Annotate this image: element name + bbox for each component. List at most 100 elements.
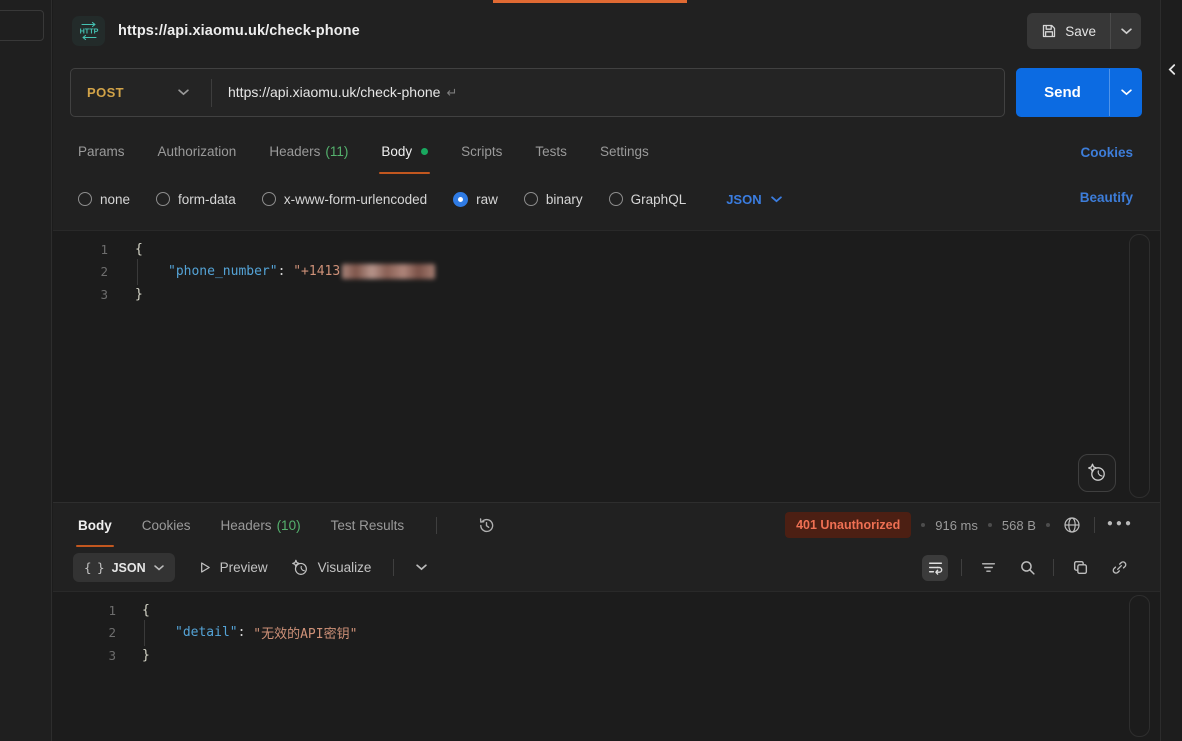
response-tab-headers[interactable]: Headers(10) xyxy=(221,503,301,547)
body-mode-label: raw xyxy=(476,192,498,207)
body-mode-label: x-www-form-urlencoded xyxy=(284,192,427,207)
response-tab-test-results[interactable]: Test Results xyxy=(331,503,405,547)
radio-icon xyxy=(78,192,92,206)
postbot-button[interactable] xyxy=(1078,454,1116,492)
history-icon[interactable] xyxy=(477,516,496,535)
search-icon[interactable] xyxy=(1014,555,1040,581)
request-header-bar: HTTP https://api.xiaomu.uk/check-phone S… xyxy=(53,0,1160,62)
radio-icon xyxy=(156,192,170,206)
cookies-link[interactable]: Cookies xyxy=(1080,145,1133,160)
tab-label: Cookies xyxy=(142,518,191,533)
indent-guide xyxy=(135,261,168,284)
preview-icon xyxy=(197,560,212,575)
copy-icon[interactable] xyxy=(1067,555,1093,581)
code-token: "无效的API密钥" xyxy=(253,623,357,642)
code-token: { xyxy=(135,242,143,257)
request-body-editor[interactable]: 1{2"phone_number": "+14133} xyxy=(53,230,1160,502)
url-text: https://api.xiaomu.uk/check-phone xyxy=(228,84,440,100)
radio-icon xyxy=(453,192,468,207)
code-token: } xyxy=(135,287,143,302)
visualize-label: Visualize xyxy=(318,560,372,575)
wrap-text-icon[interactable] xyxy=(922,555,948,581)
radio-icon xyxy=(262,192,276,206)
response-tab-cookies[interactable]: Cookies xyxy=(142,503,191,547)
request-tab-headers[interactable]: Headers(11) xyxy=(269,138,348,174)
icons-divider xyxy=(961,559,962,576)
braces-icon: { } xyxy=(84,560,104,575)
tab-label: Settings xyxy=(600,144,649,159)
body-mode-binary[interactable]: binary xyxy=(524,192,583,207)
line-number: 3 xyxy=(53,648,116,663)
body-mode-graphql[interactable]: GraphQL xyxy=(609,192,687,207)
editor-scrollbar[interactable] xyxy=(1129,234,1150,498)
response-tabs: Body Cookies Headers(10) Test Results xyxy=(78,503,404,547)
sidebar-collapsed-item[interactable] xyxy=(0,10,44,41)
code-token: : xyxy=(278,264,294,279)
send-options-caret[interactable] xyxy=(1110,89,1142,96)
filter-icon[interactable] xyxy=(975,555,1001,581)
response-tool-icons xyxy=(922,547,1132,588)
code-line: 1{ xyxy=(53,238,1160,261)
meta-dot xyxy=(921,523,925,527)
line-number: 1 xyxy=(53,242,108,257)
collapse-panel-icon[interactable] xyxy=(1168,64,1176,75)
preview-button[interactable]: Preview xyxy=(197,560,268,575)
toolbar-chevron-down-icon[interactable] xyxy=(416,564,427,571)
code-line: 2"phone_number": "+1413 xyxy=(53,261,1160,284)
link-icon[interactable] xyxy=(1106,555,1132,581)
response-scrollbar[interactable] xyxy=(1129,595,1150,737)
response-meta: 401 Unauthorized 916 ms 568 B ●●● xyxy=(785,503,1136,547)
tab-label: Params xyxy=(78,144,125,159)
url-input[interactable]: https://api.xiaomu.uk/check-phone↵ xyxy=(212,84,1004,101)
left-sidebar xyxy=(0,0,52,741)
redacted-value xyxy=(342,264,435,279)
more-options-icon[interactable]: ●●● xyxy=(1105,518,1136,533)
save-button-main[interactable]: Save xyxy=(1027,23,1110,39)
response-body-editor[interactable]: 1{2"detail": "无效的API密钥"3} xyxy=(53,591,1160,741)
send-button-label: Send xyxy=(1016,84,1109,101)
body-language-dropdown[interactable]: JSON xyxy=(726,192,781,207)
request-tab-scripts[interactable]: Scripts xyxy=(461,138,502,174)
code-token: "detail" xyxy=(175,625,238,640)
request-tabs: Params Authorization Headers(11) Body Script… xyxy=(78,138,649,174)
response-tab-body[interactable]: Body xyxy=(78,503,112,547)
code-content: "detail": "无效的API密钥" xyxy=(142,622,357,645)
request-tab-body[interactable]: Body xyxy=(381,138,428,174)
tab-label: Body xyxy=(381,144,412,159)
body-mode-label: GraphQL xyxy=(631,192,687,207)
body-mode-options: none form-data x-www-form-urlencoded raw bin… xyxy=(78,192,686,207)
code-token: { xyxy=(142,603,150,618)
body-mode-none[interactable]: none xyxy=(78,192,130,207)
body-mode-raw[interactable]: raw xyxy=(453,192,498,207)
tab-label: Body xyxy=(78,518,112,533)
indent-guide xyxy=(142,622,175,645)
request-tab-tests[interactable]: Tests xyxy=(535,138,567,174)
request-tab-params[interactable]: Params xyxy=(78,138,125,174)
request-tab-authorization[interactable]: Authorization xyxy=(158,138,237,174)
beautify-link[interactable]: Beautify xyxy=(1080,190,1133,205)
tab-label: Scripts xyxy=(461,144,502,159)
body-mode-x-www-form-urlencoded[interactable]: x-www-form-urlencoded xyxy=(262,192,427,207)
request-tab-settings[interactable]: Settings xyxy=(600,138,649,174)
active-request-tab-indicator xyxy=(493,0,687,3)
code-line: 3} xyxy=(53,644,1160,667)
chevron-down-icon xyxy=(771,196,782,203)
tab-label: Tests xyxy=(535,144,567,159)
save-options-caret[interactable] xyxy=(1111,13,1141,49)
line-number: 2 xyxy=(53,264,108,279)
save-button[interactable]: Save xyxy=(1027,13,1141,49)
visualize-button[interactable]: Visualize xyxy=(290,558,372,578)
method-dropdown[interactable]: POST xyxy=(71,85,211,100)
response-format-dropdown[interactable]: { } JSON xyxy=(73,553,175,582)
body-mode-form-data[interactable]: form-data xyxy=(156,192,236,207)
radio-icon xyxy=(524,192,538,206)
line-number: 1 xyxy=(53,603,116,618)
main-panel: HTTP https://api.xiaomu.uk/check-phone S… xyxy=(53,0,1160,741)
send-button[interactable]: Send xyxy=(1016,68,1142,117)
code-content: } xyxy=(142,648,150,663)
tab-label: Headers xyxy=(221,518,272,533)
response-panel: Body Cookies Headers(10) Test Results 401 U… xyxy=(53,502,1160,741)
toolbar-divider xyxy=(393,559,394,576)
body-mode-label: none xyxy=(100,192,130,207)
unsaved-changes-dot xyxy=(421,148,428,155)
